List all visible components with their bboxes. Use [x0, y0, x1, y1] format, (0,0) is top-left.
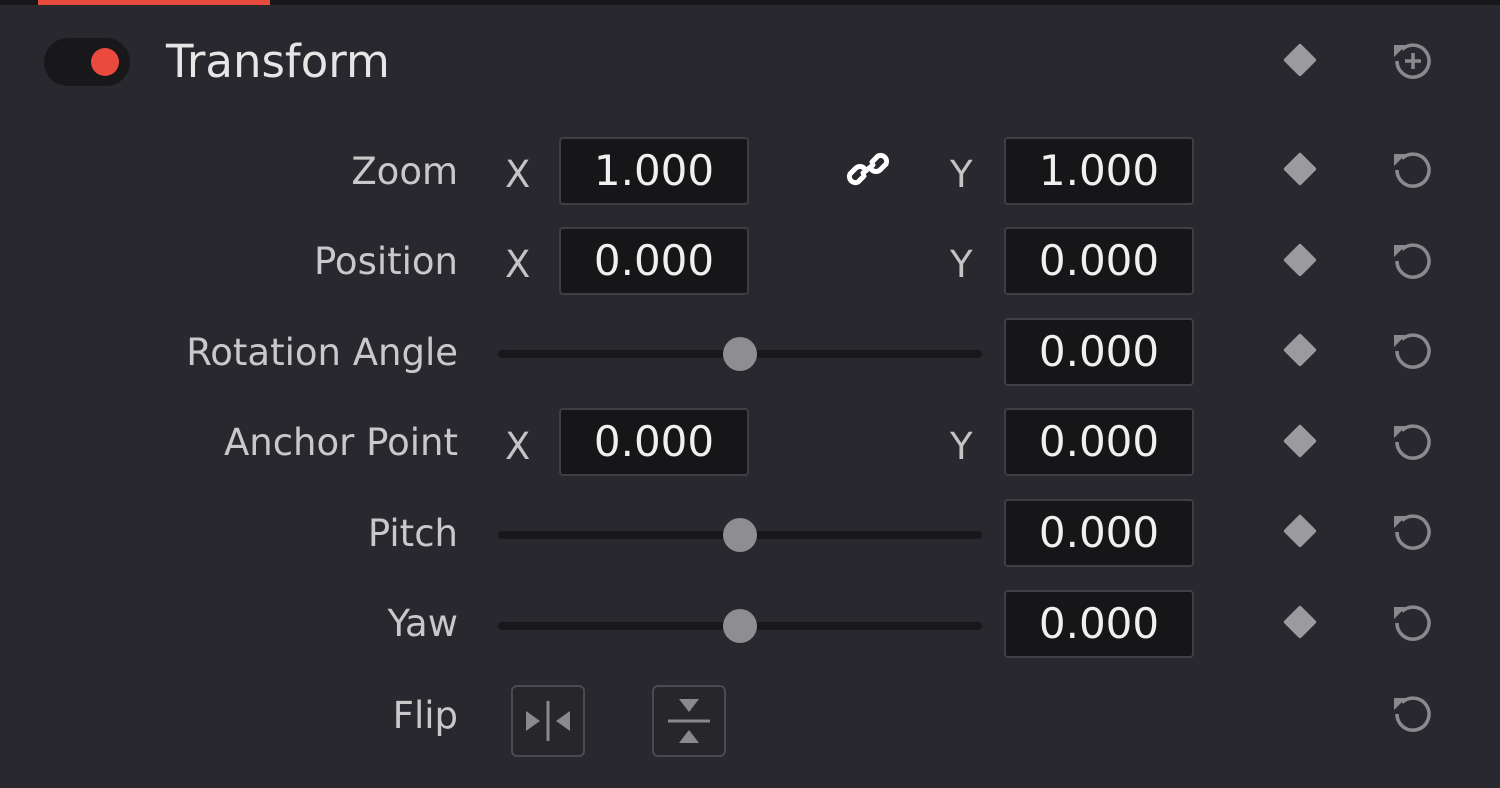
zoom-y-input[interactable]: 1.000 [1004, 137, 1194, 205]
reset-icon[interactable] [1385, 595, 1441, 651]
anchor-point-label: Anchor Point [223, 421, 458, 464]
reset-icon[interactable] [1385, 414, 1441, 470]
keyframe-diamond-icon[interactable] [1283, 514, 1317, 548]
flip-vertical-button[interactable] [652, 685, 726, 757]
pitch-label: Pitch [367, 512, 458, 555]
position-x-label: X [505, 243, 531, 286]
position-y-label: Y [950, 243, 973, 286]
zoom-x-input[interactable]: 1.000 [559, 137, 749, 205]
reset-icon[interactable] [1385, 504, 1441, 560]
zoom-y-label: Y [950, 153, 973, 196]
flip-horizontal-button[interactable] [511, 685, 585, 757]
reset-all-icon[interactable] [1385, 33, 1441, 89]
anchor-x-input[interactable]: 0.000 [559, 408, 749, 476]
reset-icon[interactable] [1385, 686, 1441, 742]
rotation-angle-slider-knob[interactable] [723, 337, 757, 371]
keyframe-diamond-icon[interactable] [1283, 152, 1317, 186]
toggle-indicator [91, 48, 119, 76]
zoom-x-label: X [505, 153, 531, 196]
rotation-angle-label: Rotation Angle [186, 331, 458, 374]
flip-horizontal-icon [526, 701, 570, 741]
keyframe-diamond-icon[interactable] [1283, 333, 1317, 367]
panel-accent-tab [38, 0, 270, 5]
keyframe-diamond-icon[interactable] [1283, 605, 1317, 639]
anchor-y-label: Y [950, 425, 973, 468]
position-x-input[interactable]: 0.000 [559, 227, 749, 295]
position-label: Position [313, 240, 458, 283]
yaw-slider-knob[interactable] [723, 609, 757, 643]
flip-vertical-icon [668, 699, 710, 743]
pitch-slider-knob[interactable] [723, 518, 757, 552]
rotation-angle-input[interactable]: 0.000 [1004, 318, 1194, 386]
keyframe-diamond-icon[interactable] [1283, 243, 1317, 277]
flip-label: Flip [392, 694, 458, 737]
position-y-input[interactable]: 0.000 [1004, 227, 1194, 295]
reset-icon[interactable] [1385, 233, 1441, 289]
anchor-y-input[interactable]: 0.000 [1004, 408, 1194, 476]
reset-icon[interactable] [1385, 323, 1441, 379]
panel-title: Transform [166, 35, 390, 88]
link-icon[interactable] [842, 146, 894, 192]
anchor-x-label: X [505, 425, 531, 468]
zoom-label: Zoom [351, 150, 458, 193]
keyframe-diamond-icon[interactable] [1283, 43, 1317, 77]
transform-enable-toggle[interactable] [44, 38, 130, 86]
yaw-input[interactable]: 0.000 [1004, 590, 1194, 658]
reset-icon[interactable] [1385, 142, 1441, 198]
keyframe-diamond-icon[interactable] [1283, 424, 1317, 458]
yaw-label: Yaw [387, 602, 458, 645]
pitch-input[interactable]: 0.000 [1004, 499, 1194, 567]
